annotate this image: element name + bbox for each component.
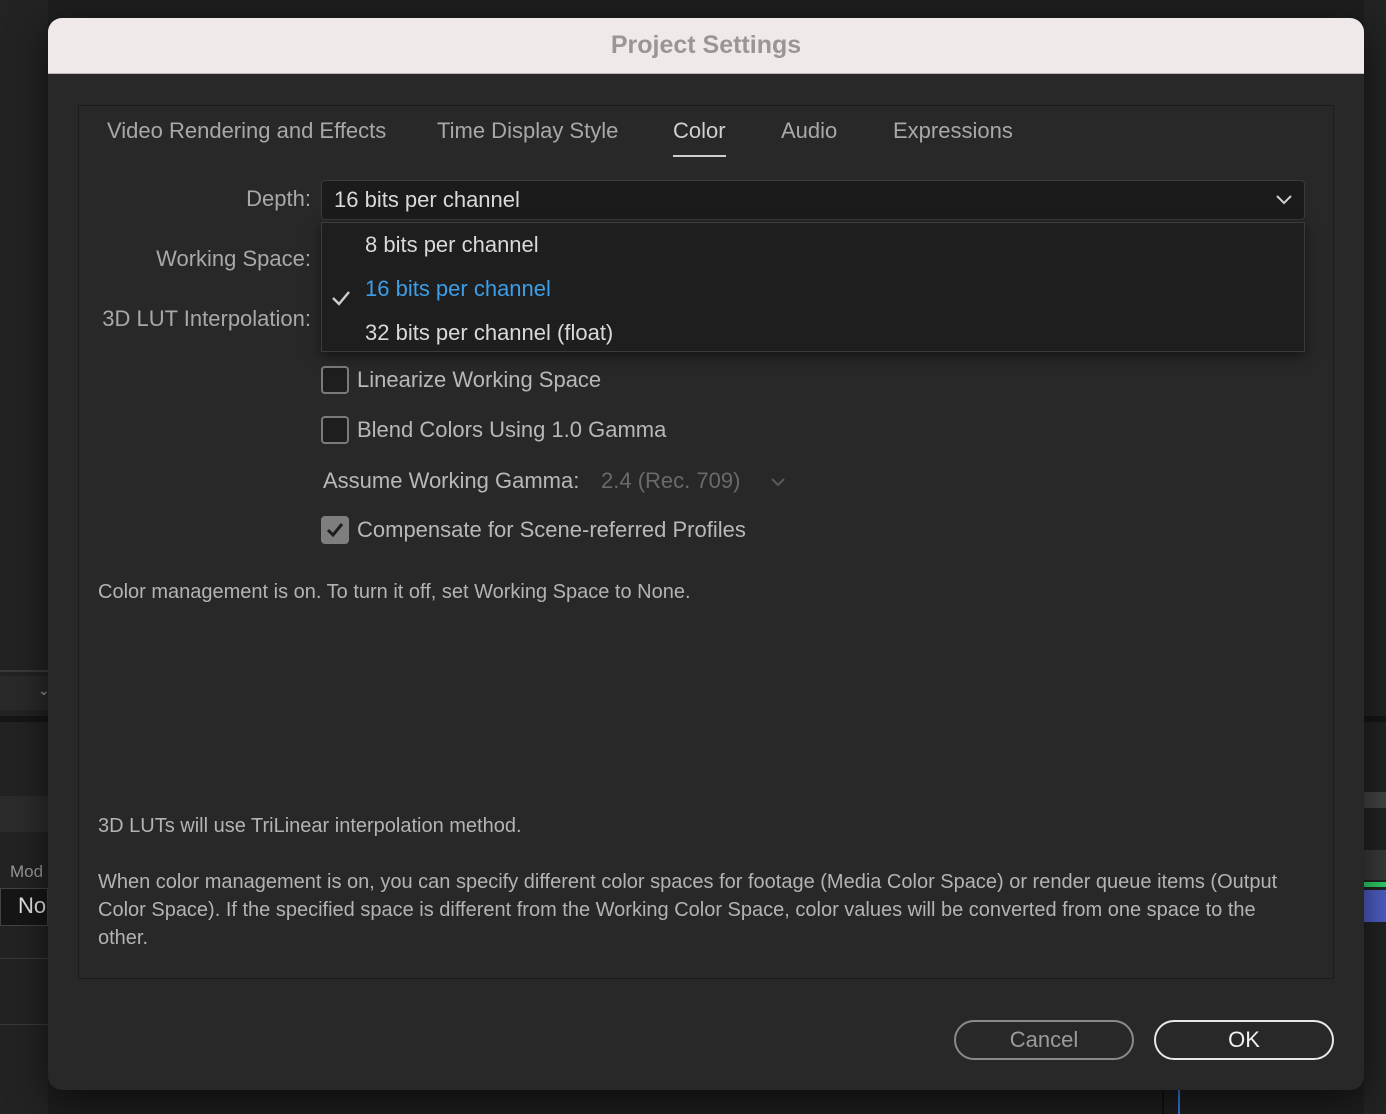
assume-working-gamma-label: Assume Working Gamma: [323, 468, 580, 493]
background-divider [0, 958, 48, 959]
background-divider [1364, 716, 1386, 722]
background-clip [1364, 890, 1386, 922]
checkbox-box[interactable] [321, 416, 349, 444]
depth-dropdown-value: 16 bits per channel [334, 187, 520, 212]
menu-item-label: 32 bits per channel (float) [365, 320, 614, 345]
chevron-down-icon [1274, 189, 1294, 209]
lut-interpolation-label: 3D LUT Interpolation: [102, 306, 311, 331]
working-gamma-dropdown: 2.4 (Rec. 709) [591, 466, 801, 500]
menu-item-label: 8 bits per channel [365, 232, 539, 257]
background-bar [1364, 850, 1386, 880]
background-mode-label: Mod [10, 862, 44, 881]
background-audio-meter [1364, 882, 1386, 887]
background-divider [0, 1024, 48, 1025]
settings-panel: Video Rendering and Effects Time Display… [78, 105, 1334, 979]
background-divider [1162, 1090, 1164, 1114]
background-playhead [1178, 1090, 1180, 1114]
background-panel-right [1364, 0, 1386, 1114]
chevron-down-icon [769, 475, 787, 494]
lut-info: 3D LUTs will use TriLinear interpolation… [98, 815, 522, 837]
compensate-scene-referred-checkbox[interactable]: Compensate for Scene-referred Profiles [321, 516, 746, 544]
menu-item-label: 16 bits per channel [365, 276, 551, 301]
cancel-button[interactable]: Cancel [954, 1020, 1134, 1060]
tab-video-rendering[interactable]: Video Rendering and Effects [107, 118, 386, 144]
depth-label: Depth: [246, 186, 311, 211]
checkmark-icon [331, 279, 351, 306]
blend-colors-label: Blend Colors Using 1.0 Gamma [357, 417, 667, 442]
depth-option-8bit[interactable]: 8 bits per channel [322, 223, 1304, 267]
depth-option-32bit[interactable]: 32 bits per channel (float) [322, 311, 1304, 355]
color-management-info: Color management is on. To turn it off, … [98, 581, 691, 603]
checkbox-box[interactable] [321, 516, 349, 544]
working-space-label: Working Space: [156, 246, 311, 271]
tab-color[interactable]: Color [673, 118, 726, 157]
background-bar [0, 796, 48, 832]
blend-colors-checkbox[interactable]: Blend Colors Using 1.0 Gamma [321, 416, 666, 444]
checkbox-box[interactable] [321, 366, 349, 394]
project-settings-dialog: Project Settings Video Rendering and Eff… [48, 18, 1364, 1090]
dialog-titlebar[interactable]: Project Settings [48, 18, 1364, 74]
dialog-title: Project Settings [610, 31, 802, 59]
linearize-working-space-checkbox[interactable]: Linearize Working Space [321, 366, 601, 394]
depth-dropdown-menu: 8 bits per channel 16 bits per channel 3… [321, 222, 1305, 352]
depth-option-16bit[interactable]: 16 bits per channel [322, 267, 1304, 311]
background-panel-left [0, 0, 48, 1114]
color-spaces-info: When color management is on, you can spe… [98, 871, 1278, 949]
working-gamma-value: 2.4 (Rec. 709) [601, 468, 741, 493]
checkmark-icon [326, 523, 344, 538]
compensate-label: Compensate for Scene-referred Profiles [357, 517, 746, 542]
background-divider [0, 670, 48, 672]
depth-dropdown[interactable]: 16 bits per channel [321, 180, 1305, 220]
background-bar [1364, 792, 1386, 808]
linearize-label: Linearize Working Space [357, 367, 602, 392]
tab-audio[interactable]: Audio [781, 118, 837, 144]
background-divider [0, 716, 48, 722]
ok-button[interactable]: OK [1154, 1020, 1334, 1060]
tab-expressions[interactable]: Expressions [893, 118, 1013, 144]
background-field-text: No [18, 893, 47, 918]
tab-time-display-style[interactable]: Time Display Style [437, 118, 618, 144]
